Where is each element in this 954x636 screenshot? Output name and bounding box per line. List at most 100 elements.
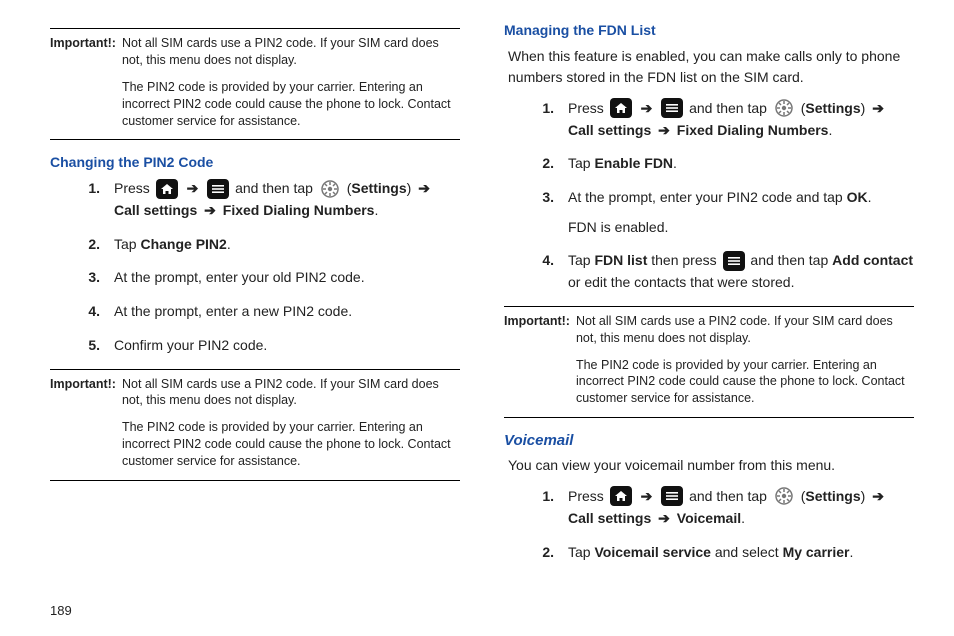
step-number: 1. (50, 178, 100, 221)
list-item: 1. Press ➔ and then tap (Settings) ➔ Cal… (504, 486, 914, 529)
menu-icon (207, 179, 229, 199)
settings-icon (319, 179, 341, 199)
bold-text: Enable FDN (594, 155, 673, 171)
intro-text: You can view your voicemail number from … (508, 455, 914, 476)
bold-text: Add contact (832, 252, 913, 268)
text: ) (407, 180, 416, 196)
arrow-icon: ➔ (204, 202, 220, 218)
step-number: 1. (504, 486, 554, 529)
bold-text: Settings (805, 100, 860, 116)
divider (50, 369, 460, 370)
home-icon (610, 486, 632, 506)
bold-text: Call settings (114, 202, 197, 218)
important-label: Important!: (50, 376, 118, 474)
list-item: 3. At the prompt, enter your old PIN2 co… (50, 267, 460, 289)
text: Press (568, 488, 608, 504)
text: Tap (568, 155, 594, 171)
text: . (227, 236, 231, 252)
list-item: 3. At the prompt, enter your PIN2 code a… (504, 187, 914, 238)
text: ) (861, 488, 870, 504)
divider (504, 417, 914, 418)
list-item: 2. Tap Voicemail service and select My c… (504, 542, 914, 564)
step-body: At the prompt, enter your PIN2 code and … (568, 187, 914, 238)
settings-icon (773, 98, 795, 118)
important-paragraph: Not all SIM cards use a PIN2 code. If yo… (122, 376, 460, 410)
step-number: 4. (504, 250, 554, 293)
step-body: Tap Voicemail service and select My carr… (568, 542, 914, 564)
important-note: Important!: Not all SIM cards use a PIN2… (504, 313, 914, 411)
text: and then tap (689, 100, 771, 116)
text: or edit the contacts that were stored. (568, 274, 794, 290)
arrow-icon: ➔ (641, 100, 653, 116)
text: Press (114, 180, 154, 196)
divider (504, 306, 914, 307)
home-icon (156, 179, 178, 199)
step-body: At the prompt, enter a new PIN2 code. (114, 301, 460, 323)
settings-icon (773, 486, 795, 506)
important-text: Not all SIM cards use a PIN2 code. If yo… (122, 376, 460, 474)
document-page: Important!: Not all SIM cards use a PIN2… (0, 0, 954, 636)
bold-text: FDN list (594, 252, 647, 268)
list-item: 2. Tap Enable FDN. (504, 153, 914, 175)
list-item: 4. Tap FDN list then press and then tap … (504, 250, 914, 293)
important-label: Important!: (504, 313, 572, 411)
important-note: Important!: Not all SIM cards use a PIN2… (50, 35, 460, 133)
text: then press (647, 252, 720, 268)
step-number: 2. (504, 542, 554, 564)
important-paragraph: Not all SIM cards use a PIN2 code. If yo… (576, 313, 914, 347)
arrow-icon: ➔ (418, 180, 430, 196)
step-list: 1. Press ➔ and then tap (Settings) ➔ Cal… (504, 98, 914, 294)
bold-text: Settings (351, 180, 406, 196)
step-list: 1. Press ➔ and then tap (Settings) ➔ Cal… (504, 486, 914, 563)
list-item: 4. At the prompt, enter a new PIN2 code. (50, 301, 460, 323)
list-item: 1. Press ➔ and then tap (Settings) ➔ (50, 178, 460, 221)
important-text: Not all SIM cards use a PIN2 code. If yo… (122, 35, 460, 133)
bold-text: Call settings (568, 122, 651, 138)
bold-text: Fixed Dialing Numbers (677, 122, 829, 138)
text: At the prompt, enter your PIN2 code and … (568, 189, 847, 205)
arrow-icon: ➔ (187, 180, 199, 196)
section-heading: Changing the PIN2 Code (50, 154, 460, 170)
menu-icon (723, 251, 745, 271)
step-number: 3. (50, 267, 100, 289)
home-icon (610, 98, 632, 118)
bold-text: Settings (805, 488, 860, 504)
bold-text: Change PIN2 (140, 236, 226, 252)
text: ) (861, 100, 870, 116)
list-item: 1. Press ➔ and then tap (Settings) ➔ Cal… (504, 98, 914, 141)
bold-text: Voicemail (677, 510, 741, 526)
bold-text: Fixed Dialing Numbers (223, 202, 375, 218)
text: . (673, 155, 677, 171)
arrow-icon: ➔ (872, 100, 884, 116)
menu-icon (661, 98, 683, 118)
step-body: Tap Enable FDN. (568, 153, 914, 175)
bold-text: My carrier (783, 544, 850, 560)
step-body: Press ➔ and then tap (Settings) ➔ Call s… (568, 98, 914, 141)
step-number: 3. (504, 187, 554, 238)
list-item: 2. Tap Change PIN2. (50, 234, 460, 256)
arrow-icon: ➔ (658, 510, 674, 526)
section-heading: Managing the FDN List (504, 22, 914, 38)
divider (50, 139, 460, 140)
step-number: 2. (504, 153, 554, 175)
text: Press (568, 100, 608, 116)
text: Tap (568, 544, 594, 560)
text: and select (711, 544, 783, 560)
text: and then tap (235, 180, 317, 196)
arrow-icon: ➔ (872, 488, 884, 504)
arrow-icon: ➔ (641, 488, 653, 504)
step-body: Tap Change PIN2. (114, 234, 460, 256)
important-paragraph: Not all SIM cards use a PIN2 code. If yo… (122, 35, 460, 69)
step-body: Press ➔ and then tap (Settings) ➔ Call s… (568, 486, 914, 529)
important-paragraph: The PIN2 code is provided by your carrie… (122, 419, 460, 470)
bold-text: OK (847, 189, 868, 205)
text: Tap (568, 252, 594, 268)
arrow-icon: ➔ (658, 122, 674, 138)
step-number: 1. (504, 98, 554, 141)
right-column: Managing the FDN List When this feature … (504, 22, 914, 606)
text: . (850, 544, 854, 560)
step-number: 4. (50, 301, 100, 323)
text: . (868, 189, 872, 205)
step-body: At the prompt, enter your old PIN2 code. (114, 267, 460, 289)
section-heading: Voicemail (504, 432, 914, 449)
